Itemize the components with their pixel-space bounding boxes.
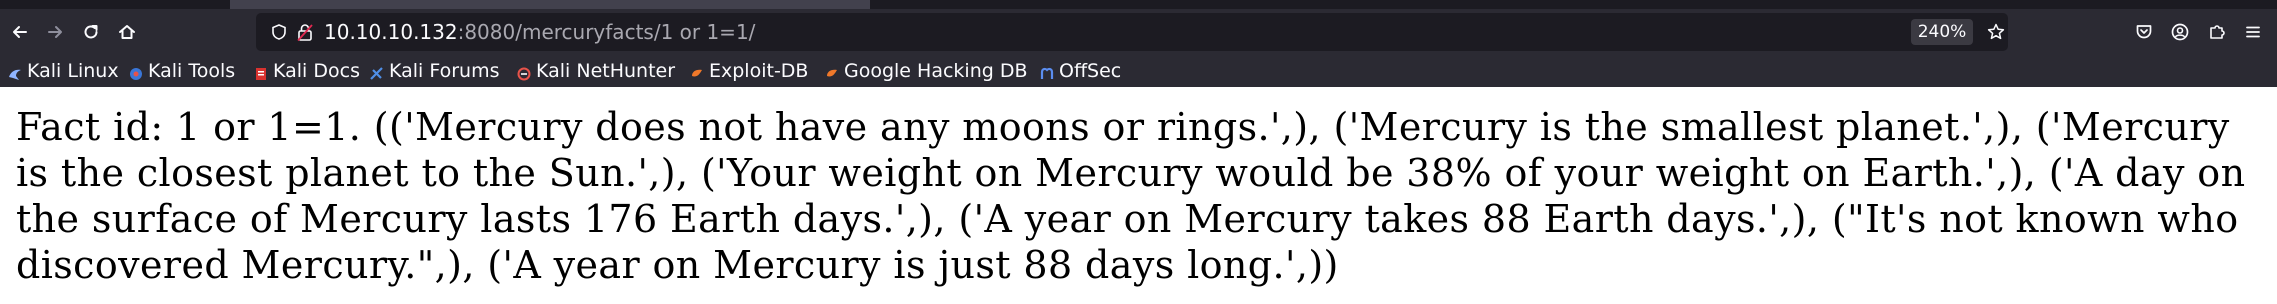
reload-button[interactable] — [77, 18, 105, 46]
bookmark-star-icon[interactable] — [1986, 22, 2006, 42]
back-arrow-icon — [13, 26, 27, 38]
zoom-level-badge[interactable]: 240% — [1911, 19, 1973, 45]
google-hacking-db-icon — [825, 64, 839, 78]
bookmark-label: Kali Forums — [389, 60, 500, 82]
offsec-icon — [1040, 64, 1054, 79]
account-icon — [2171, 23, 2189, 41]
bookmark-label: Exploit-DB — [709, 60, 809, 82]
home-icon — [119, 25, 135, 39]
pocket-icon — [2136, 25, 2152, 39]
browser-window: 10.10.10.132:8080/mercuryfacts/1 or 1=1/… — [0, 0, 2277, 304]
pocket-button[interactable] — [2130, 18, 2158, 46]
menu-button[interactable] — [2239, 18, 2267, 46]
address-bar[interactable]: 10.10.10.132:8080/mercuryfacts/1 or 1=1/… — [256, 13, 2008, 51]
url-text[interactable]: 10.10.10.132:8080/mercuryfacts/1 or 1=1/ — [324, 13, 755, 51]
hamburger-menu-icon — [2246, 26, 2260, 38]
forward-arrow-icon — [48, 26, 62, 38]
tab-strip — [0, 0, 2277, 9]
account-button[interactable] — [2166, 18, 2194, 46]
navigation-toolbar: 10.10.10.132:8080/mercuryfacts/1 or 1=1/… — [0, 9, 2277, 55]
kali-docs-icon — [254, 64, 268, 80]
back-button[interactable] — [6, 18, 34, 46]
bookmark-exploit-db[interactable]: Exploit-DB — [690, 55, 808, 87]
bookmark-label: Kali NetHunter — [536, 60, 676, 82]
bookmark-label: Google Hacking DB — [844, 60, 1028, 82]
active-tab[interactable] — [230, 0, 870, 9]
reload-icon — [84, 25, 98, 39]
bookmark-label: OffSec — [1059, 60, 1122, 82]
puzzle-piece-icon — [2210, 25, 2225, 39]
bookmark-kali-linux[interactable]: Kali Linux — [8, 55, 119, 87]
shield-icon[interactable] — [270, 23, 288, 41]
kali-forums-icon — [370, 64, 384, 80]
url-path: :8080/mercuryfacts/1 or 1=1/ — [457, 20, 756, 44]
bookmark-label: Kali Linux — [27, 60, 119, 82]
bookmark-kali-tools[interactable]: Kali Tools — [129, 55, 235, 87]
home-button[interactable] — [113, 18, 141, 46]
lock-icon[interactable] — [296, 22, 314, 42]
bookmark-kali-forums[interactable]: Kali Forums — [370, 55, 500, 87]
exploit-db-icon — [690, 64, 704, 78]
bookmark-offsec[interactable]: OffSec — [1040, 55, 1121, 87]
extensions-button[interactable] — [2203, 18, 2231, 46]
bookmark-label: Kali Docs — [273, 60, 360, 82]
forward-button[interactable] — [41, 18, 69, 46]
bookmark-label: Kali Tools — [148, 60, 236, 82]
url-host: 10.10.10.132 — [324, 20, 458, 44]
bookmark-kali-nethunter[interactable]: Kali NetHunter — [517, 55, 675, 87]
kali-dragon-icon — [8, 64, 22, 80]
bookmark-google-hacking-db[interactable]: Google Hacking DB — [825, 55, 1028, 87]
page-body-text: Fact id: 1 or 1=1. (('Mercury does not h… — [16, 105, 2246, 287]
kali-nethunter-icon — [517, 64, 531, 81]
kali-tools-icon — [129, 64, 143, 80]
bookmarks-toolbar: Kali Linux Kali Tools Kali Docs Kali For… — [0, 55, 2277, 87]
bookmark-kali-docs[interactable]: Kali Docs — [254, 55, 360, 87]
